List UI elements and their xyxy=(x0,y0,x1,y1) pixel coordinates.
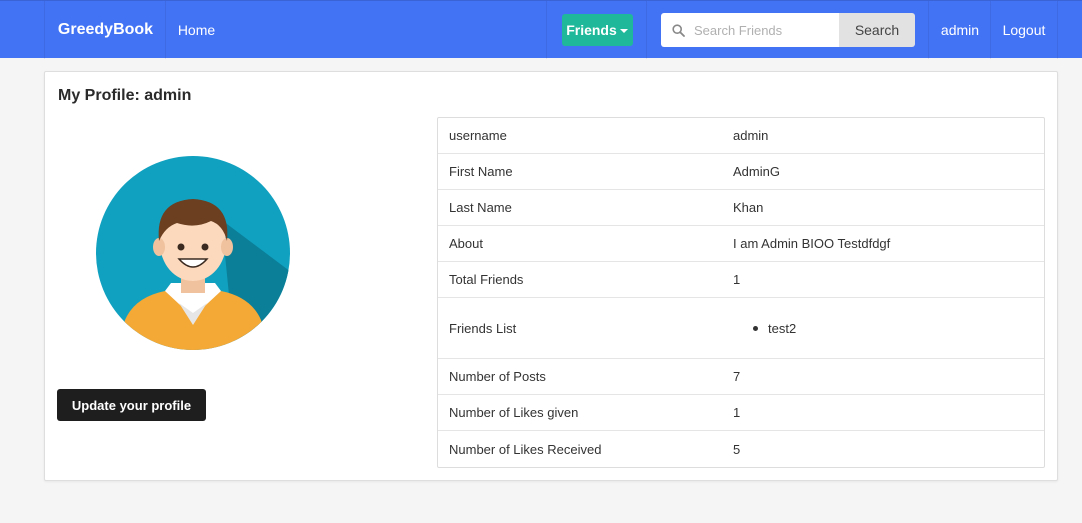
friends-list: test2 xyxy=(733,321,1044,336)
row-label: Number of Likes given xyxy=(449,405,579,420)
table-row: username admin xyxy=(438,118,1044,154)
brand-link[interactable]: GreedyBook xyxy=(44,1,166,59)
page-title: My Profile: admin xyxy=(58,87,192,104)
table-row: Number of Likes Received 5 xyxy=(438,431,1044,467)
list-item: test2 xyxy=(753,321,1044,336)
search-icon xyxy=(672,23,685,37)
row-value: 1 xyxy=(733,405,741,420)
row-value: AdminG xyxy=(733,164,780,179)
row-label: First Name xyxy=(449,164,513,179)
search-input-wrapper xyxy=(661,13,839,47)
friends-dropdown-button[interactable]: Friends xyxy=(561,14,633,46)
profile-card: My Profile: admin Update your profile us… xyxy=(44,71,1058,481)
search-form: Search xyxy=(661,13,915,47)
row-label: About xyxy=(449,236,483,251)
table-row: Number of Likes given 1 xyxy=(438,395,1044,431)
row-value: I am Admin BIOO Testdfdgf xyxy=(733,236,891,251)
row-value: Khan xyxy=(733,200,764,215)
search-input[interactable] xyxy=(694,22,834,38)
row-label: Number of Likes Received xyxy=(449,441,602,457)
search-button[interactable]: Search xyxy=(839,13,915,47)
search-container: Search xyxy=(646,1,929,59)
nav-user-link[interactable]: admin xyxy=(928,1,991,59)
update-profile-button[interactable]: Update your profile xyxy=(57,389,206,421)
navbar: GreedyBook Home Friends Search admin Log… xyxy=(0,0,1082,59)
row-value: test2 xyxy=(733,321,1044,336)
friends-label: Friends xyxy=(566,22,617,38)
row-value: admin xyxy=(733,128,769,143)
table-row: Number of Posts 7 xyxy=(438,359,1044,395)
nav-friends-container: Friends xyxy=(546,1,647,59)
row-label: Last Name xyxy=(449,200,512,215)
table-row: Total Friends 1 xyxy=(438,262,1044,298)
user-avatar xyxy=(96,156,290,350)
nav-home-link[interactable]: Home xyxy=(165,1,227,59)
table-row: About I am Admin BIOO Testdfdgf xyxy=(438,226,1044,262)
profile-info-table: username admin First Name AdminG Last Na… xyxy=(437,117,1045,468)
table-row: Last Name Khan xyxy=(438,190,1044,226)
nav-logout-link[interactable]: Logout xyxy=(990,1,1058,59)
row-value: 7 xyxy=(733,369,741,384)
table-row: Friends List test2 xyxy=(438,298,1044,359)
row-label: Friends List xyxy=(449,320,517,336)
table-row: First Name AdminG xyxy=(438,154,1044,190)
row-label: Total Friends xyxy=(449,272,524,287)
bullet-icon xyxy=(753,325,758,331)
row-label: Number of Posts xyxy=(449,369,546,384)
row-label: username xyxy=(449,128,507,143)
friend-name: test2 xyxy=(768,320,797,336)
row-value: 5 xyxy=(733,441,741,457)
row-value: 1 xyxy=(733,272,741,287)
caret-down-icon xyxy=(619,28,628,33)
